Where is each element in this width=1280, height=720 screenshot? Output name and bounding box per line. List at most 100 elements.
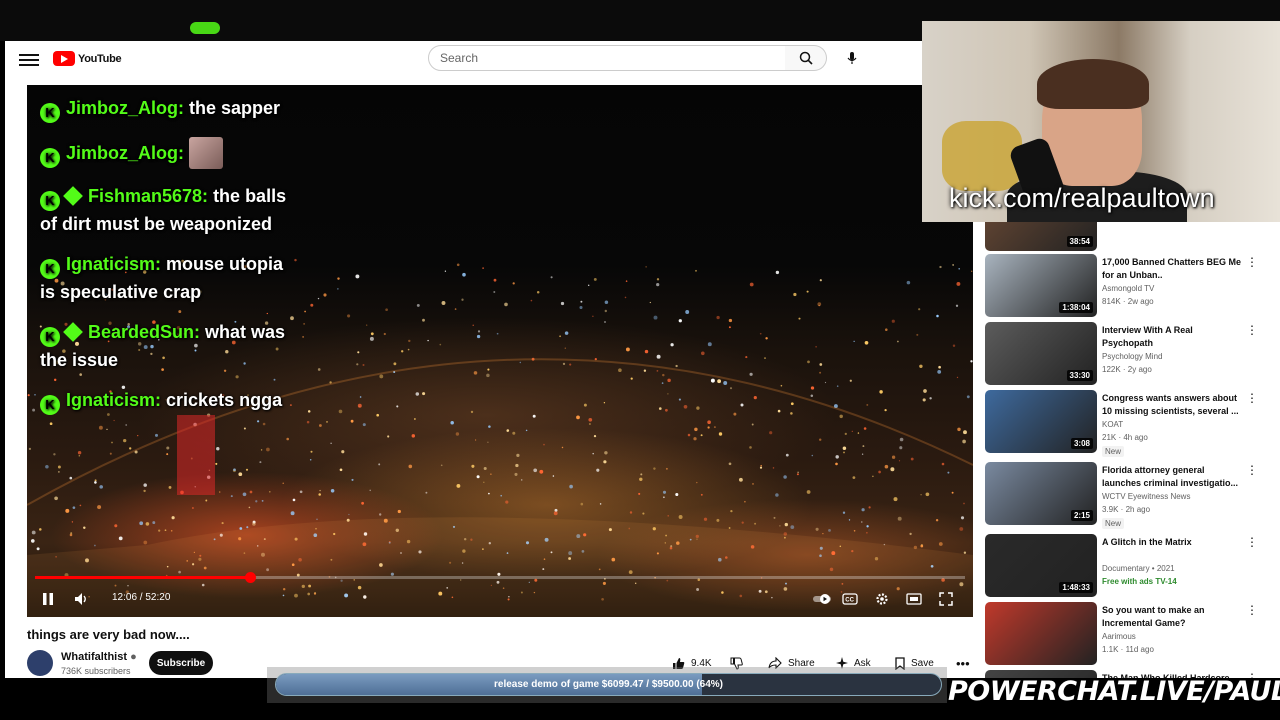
city-light [422,392,426,396]
video-thumbnail[interactable]: 3:08 [985,390,1097,453]
city-light [249,490,253,494]
more-options-icon[interactable]: ⋮ [1245,464,1259,478]
recommendation-item[interactable]: 3:08 Congress wants answers about 10 miss… [985,390,1275,457]
captions-button[interactable]: CC [839,588,861,610]
voice-search-button[interactable] [839,45,865,71]
city-light [861,453,864,455]
video-thumbnail[interactable] [985,602,1097,665]
video-thumbnail[interactable]: 33:30 [985,322,1097,385]
city-light [230,495,233,498]
more-actions-button[interactable]: ••• [956,651,970,675]
seek-bar-progress [35,576,250,579]
city-light [604,309,608,313]
search-input[interactable]: Search [428,45,786,71]
city-light [318,424,322,427]
city-light [260,449,263,451]
fullscreen-button[interactable] [935,588,957,610]
youtube-logo[interactable]: YouTube [53,51,122,66]
more-options-icon[interactable]: ⋮ [1245,536,1259,550]
city-light [487,368,490,371]
city-light [717,379,721,384]
city-light [754,522,757,525]
city-light [779,525,781,527]
city-light [579,305,583,310]
channel-avatar[interactable] [27,650,53,676]
city-light [728,527,731,529]
more-options-icon[interactable]: ⋮ [1245,604,1259,618]
city-light [728,462,732,466]
more-options-icon[interactable]: ⋮ [1245,324,1259,338]
theater-mode-button[interactable] [903,588,925,610]
city-light [362,363,365,367]
city-light [171,516,175,520]
city-light [422,318,425,322]
recommendation-meta: 21K · 4h ago [1102,433,1148,442]
video-thumbnail[interactable]: 38:54 [985,222,1097,251]
subscribe-button[interactable]: Subscribe [149,651,213,675]
recommendation-item[interactable]: 1:38:04 17,000 Banned Chatters BEG Me for… [985,254,1275,320]
search-button[interactable] [785,45,827,71]
recommendation-item[interactable]: So you want to make an Incremental Game?… [985,602,1275,668]
city-light [718,432,723,436]
video-duration: 33:30 [1066,370,1093,381]
menu-icon[interactable] [19,51,39,71]
recommendation-title[interactable]: So you want to make an Incremental Game? [1102,604,1242,630]
recommendation-title[interactable]: Congress wants answers about 10 missing … [1102,392,1242,418]
video-thumbnail[interactable]: 1:48:33 [985,534,1097,597]
video-player[interactable]: K Jimboz_Alog: the sapper K Jimboz_Alog: K… [27,85,973,617]
city-light [533,468,538,473]
city-light [482,267,484,269]
city-light [810,386,815,390]
recommendation-channel[interactable]: Asmongold TV [1102,284,1154,293]
pause-button[interactable] [37,588,59,610]
video-thumbnail[interactable]: 2:15 [985,462,1097,525]
city-light [696,406,700,410]
city-light [807,360,810,364]
subscriber-count: 736K subscribers [61,666,131,676]
city-light [843,451,845,454]
recommendation-channel[interactable]: Documentary • 2021 [1102,564,1175,573]
recommendation-title[interactable]: A Glitch in the Matrix [1102,536,1242,549]
city-light [39,528,42,531]
seek-bar[interactable] [35,572,965,583]
city-light [670,343,674,347]
recommendation-title[interactable]: Florida attorney general launches crimin… [1102,464,1242,490]
more-options-icon[interactable]: ⋮ [1245,392,1259,406]
settings-button[interactable] [871,588,893,610]
city-light [416,303,420,307]
video-thumbnail[interactable]: 1:38:04 [985,254,1097,317]
city-light [710,378,715,383]
city-light [861,508,865,512]
channel-name[interactable]: Whatifalthist ● [61,651,137,663]
city-light [769,431,773,435]
recommendation-item[interactable]: 2:15 Florida attorney general launches cr… [985,462,1275,529]
city-light [909,532,912,536]
recommendation-item[interactable]: 38:54227K · 11d ago [985,222,1275,254]
recommendation-title[interactable]: Interview With A Real Psychopath [1102,324,1242,350]
city-light [852,476,856,479]
autoplay-toggle[interactable] [811,588,833,610]
city-light [624,296,627,299]
city-light [701,351,705,356]
recommendation-item[interactable]: 1:48:33 A Glitch in the Matrix Documentary… [985,534,1275,600]
city-light [593,277,597,281]
recommendation-channel[interactable]: KOAT [1102,420,1123,429]
kick-badge-icon: K [40,259,60,279]
recommendation-item[interactable]: 33:30 Interview With A Real Psychopath Psy… [985,322,1275,388]
city-light [560,301,565,306]
city-light [663,496,665,499]
volume-button[interactable] [71,588,93,610]
recommendation-channel[interactable]: Aarimous [1102,632,1136,641]
city-light [439,343,442,346]
city-light [441,301,446,305]
recommendation-title[interactable]: 17,000 Banned Chatters BEG Me for an Unb… [1102,256,1242,282]
more-options-icon[interactable]: ⋮ [1245,256,1259,270]
city-light [500,494,503,497]
city-light [848,519,851,521]
city-light [643,369,647,372]
recommendation-channel[interactable]: WCTV Eyewitness News [1102,492,1190,501]
city-light [490,473,492,475]
recommendation-channel[interactable]: Psychology Mind [1102,352,1162,361]
city-light [32,408,36,412]
city-light [603,402,606,404]
